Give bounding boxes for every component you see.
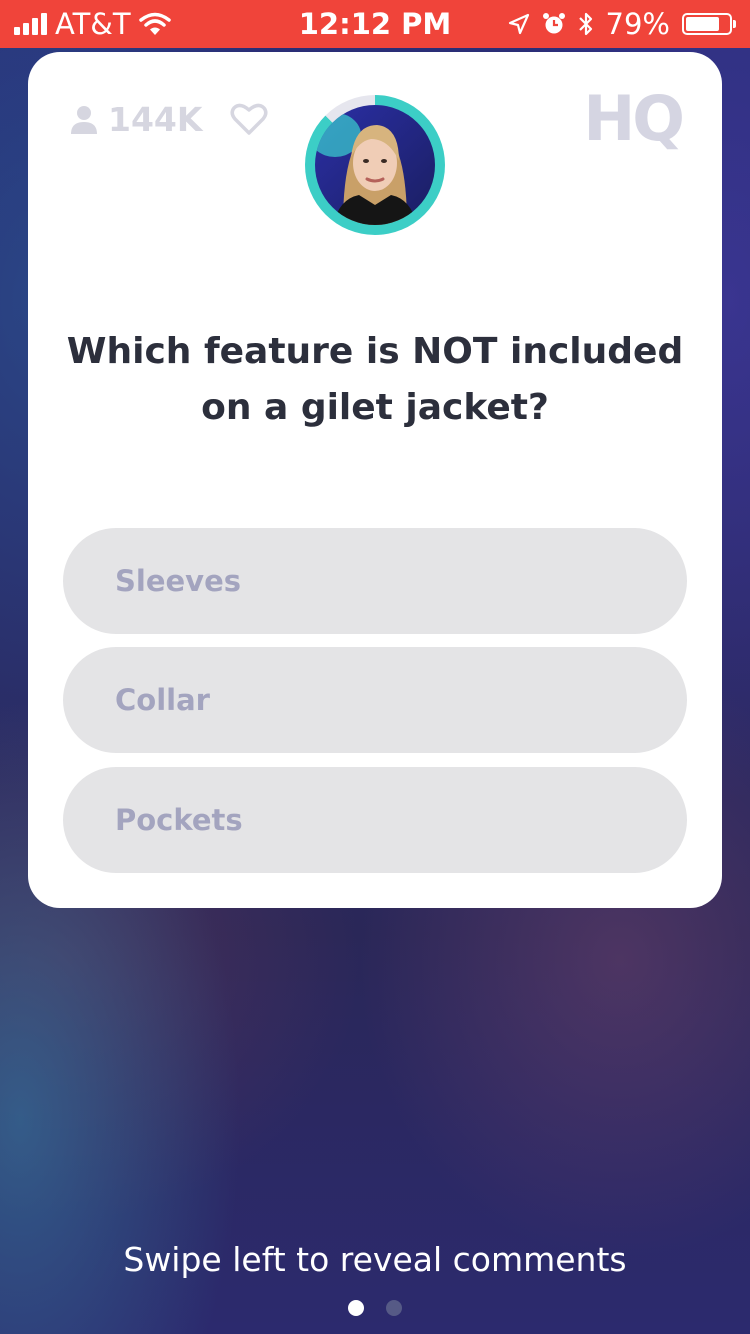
question-card: 144K HQ Which feature is NOT included on… bbox=[28, 52, 722, 908]
heart-icon[interactable] bbox=[230, 102, 268, 136]
answer-option-sleeves[interactable]: Sleeves bbox=[63, 528, 687, 634]
hq-logo: HQ bbox=[583, 82, 685, 155]
bluetooth-icon bbox=[578, 12, 592, 36]
host-avatar bbox=[315, 105, 435, 225]
host-portrait bbox=[315, 105, 435, 225]
question-text: Which feature is NOT included on a gilet… bbox=[66, 331, 684, 428]
battery-icon bbox=[682, 13, 736, 35]
answer-option-collar[interactable]: Collar bbox=[63, 647, 687, 753]
status-bar-right: 79% bbox=[508, 0, 736, 48]
battery-percent: 79% bbox=[605, 7, 670, 41]
page-indicator[interactable] bbox=[0, 1300, 750, 1316]
status-bar: AT&T 12:12 PM 79% bbox=[0, 0, 750, 48]
alarm-icon bbox=[542, 13, 565, 34]
location-icon bbox=[508, 13, 529, 35]
answer-option-pockets[interactable]: Pockets bbox=[63, 767, 687, 873]
countdown-timer-ring bbox=[305, 95, 445, 235]
swipe-hint: Swipe left to reveal comments bbox=[123, 1240, 627, 1279]
page-dot-inactive bbox=[386, 1300, 402, 1316]
battery-level bbox=[686, 17, 720, 31]
person-icon bbox=[71, 105, 97, 134]
viewer-count-label: 144K bbox=[108, 100, 203, 139]
viewer-count: 144K bbox=[70, 100, 202, 139]
page-dot-active bbox=[348, 1300, 364, 1316]
